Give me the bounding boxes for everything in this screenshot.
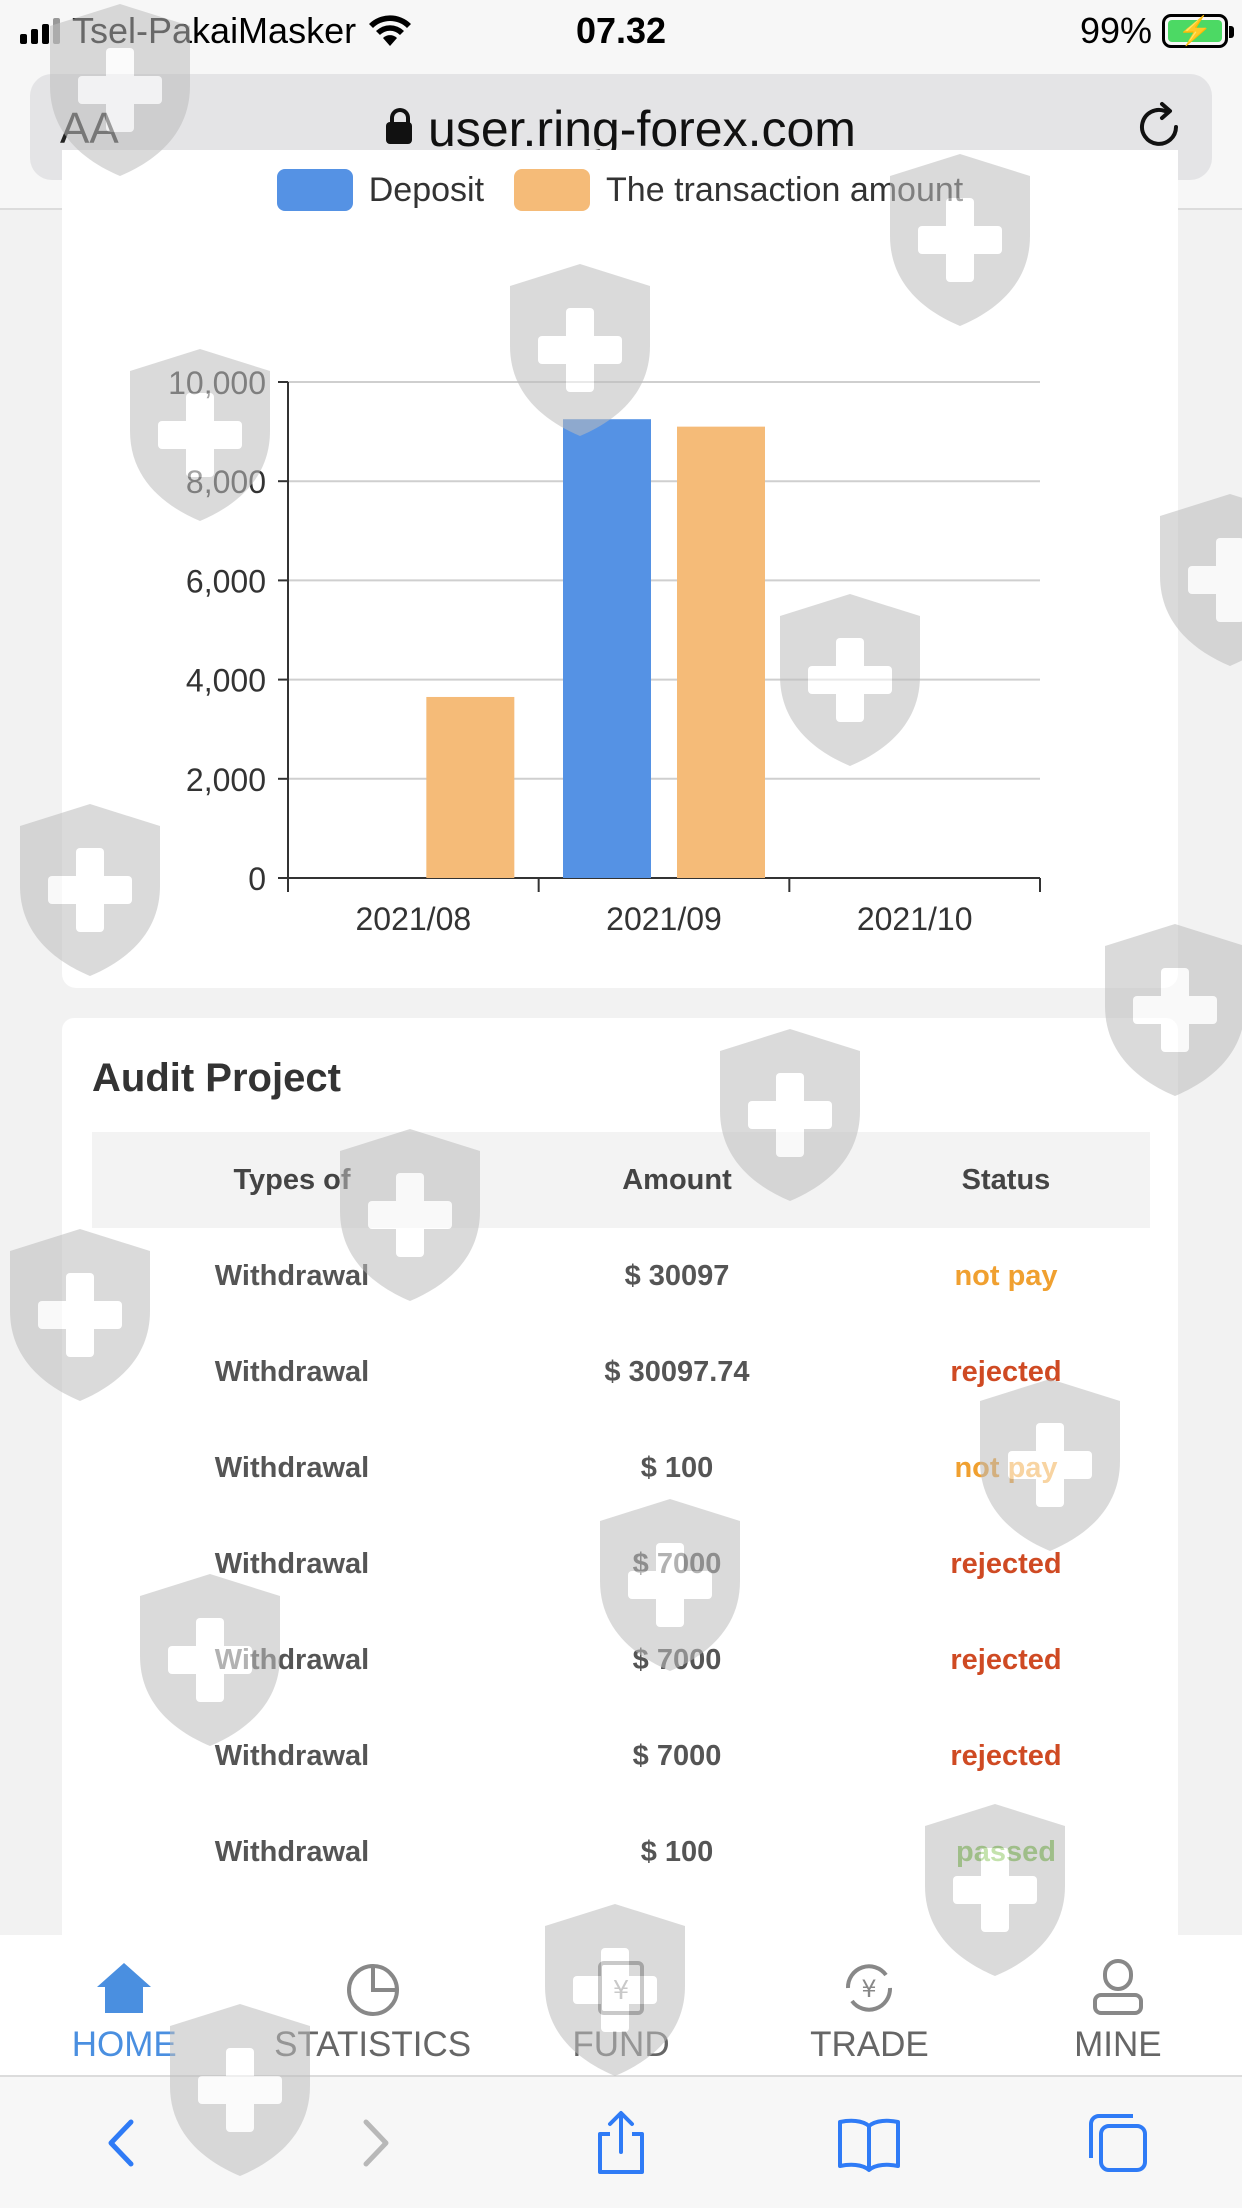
lock-icon bbox=[386, 107, 413, 144]
bar-transaction bbox=[677, 426, 765, 878]
nav-trade[interactable]: ¥ TRADE bbox=[745, 1935, 993, 2075]
charging-bolt-icon: ⚡ bbox=[1177, 15, 1213, 46]
chart-card: Deposit The transaction amount 0 2,000 4,0… bbox=[62, 150, 1178, 988]
row-amount: $ 30097.74 bbox=[604, 1355, 750, 1388]
row-amount: $ 7000 bbox=[632, 1739, 722, 1772]
nav-trade-label: TRADE bbox=[810, 2025, 929, 2064]
table-row[interactable]: Withdrawal $ 100 passed bbox=[92, 1804, 1150, 1900]
nav-statistics[interactable]: STATISTICS bbox=[248, 1935, 496, 2075]
status-bar: Tsel-PakaiMasker 07.32 99% ⚡ bbox=[0, 0, 1242, 62]
row-type: Withdrawal bbox=[214, 1739, 370, 1772]
row-status: rejected bbox=[950, 1739, 1062, 1772]
bar-transaction bbox=[426, 696, 515, 878]
home-icon bbox=[97, 1963, 152, 2013]
y-tick-label: 6,000 bbox=[186, 563, 266, 599]
bookmarks-icon[interactable] bbox=[834, 2108, 904, 2178]
nav-home[interactable]: HOME bbox=[0, 1935, 248, 2075]
nav-fund-label: FUND bbox=[572, 2025, 670, 2064]
status-time: 07.32 bbox=[575, 10, 667, 51]
y-tick-label: 4,000 bbox=[186, 663, 266, 699]
y-tick-label: 8,000 bbox=[186, 464, 266, 500]
row-status: rejected bbox=[950, 1547, 1062, 1580]
x-tick-label: 2021/08 bbox=[355, 901, 471, 937]
row-amount: $ 30097 bbox=[624, 1259, 730, 1292]
battery-percent: 99% bbox=[1079, 10, 1152, 51]
forward-icon[interactable] bbox=[338, 2108, 408, 2178]
status-right: 99% ⚡ bbox=[1079, 10, 1234, 52]
url-text: user.ring-forex.com bbox=[428, 101, 856, 157]
bar-chart: 0 2,000 4,000 6,000 8,000 10,000 2021/08 2021/0… bbox=[168, 365, 1041, 937]
table-row[interactable]: Withdrawal $ 100 not pay bbox=[92, 1420, 1150, 1516]
row-status: rejected bbox=[950, 1355, 1062, 1388]
table-row[interactable]: Withdrawal $ 30097 not pay bbox=[92, 1228, 1150, 1324]
y-tick-label: 10,000 bbox=[168, 365, 266, 401]
svg-text:¥: ¥ bbox=[613, 1976, 630, 2006]
x-tick-label: 2021/09 bbox=[606, 901, 722, 937]
audit-rows: Withdrawal $ 30097 not pay Withdrawal $ … bbox=[92, 1228, 1150, 1900]
table-row[interactable]: Withdrawal $ 7000 rejected bbox=[92, 1708, 1150, 1804]
nav-statistics-label: STATISTICS bbox=[274, 2025, 472, 2064]
share-icon[interactable] bbox=[586, 2108, 656, 2178]
nav-fund[interactable]: ¥ FUND bbox=[497, 1935, 745, 2075]
pie-chart-icon bbox=[346, 1964, 399, 2016]
header-status: Status bbox=[961, 1163, 1051, 1196]
row-type: Withdrawal bbox=[214, 1355, 370, 1388]
nav-home-label: HOME bbox=[71, 2025, 177, 2064]
x-tick-label: 2021/10 bbox=[857, 901, 973, 937]
back-icon[interactable] bbox=[89, 2108, 159, 2178]
row-type: Withdrawal bbox=[214, 1451, 370, 1484]
row-status: rejected bbox=[950, 1643, 1062, 1676]
table-row[interactable]: Withdrawal $ 7000 rejected bbox=[92, 1516, 1150, 1612]
table-row[interactable]: Withdrawal $ 7000 rejected bbox=[92, 1612, 1150, 1708]
row-type: Withdrawal bbox=[214, 1547, 370, 1580]
table-row[interactable]: Withdrawal $ 30097.74 rejected bbox=[92, 1324, 1150, 1420]
row-amount: $ 7000 bbox=[632, 1643, 722, 1676]
header-amount: Amount bbox=[622, 1163, 732, 1196]
header-type: Types of bbox=[233, 1163, 351, 1196]
row-type: Withdrawal bbox=[214, 1259, 370, 1292]
nav-mine[interactable]: MINE bbox=[994, 1935, 1242, 2075]
battery-icon: ⚡ bbox=[1162, 14, 1234, 48]
row-status: not pay bbox=[954, 1451, 1058, 1484]
y-tick-label: 2,000 bbox=[186, 762, 266, 798]
app-bottom-nav: HOME STATISTICS ¥ FUND ¥ TRADE MINE bbox=[0, 1935, 1242, 2075]
tabs-icon[interactable] bbox=[1083, 2108, 1153, 2178]
yen-exchange-icon: ¥ bbox=[846, 1964, 893, 2012]
table-header: Types of Amount Status bbox=[92, 1132, 1150, 1228]
user-icon bbox=[1092, 1959, 1143, 2015]
row-amount: $ 100 bbox=[640, 1835, 714, 1868]
audit-title: Audit Project bbox=[92, 1056, 341, 1100]
yen-box-icon: ¥ bbox=[598, 1961, 645, 2015]
row-status: passed bbox=[956, 1835, 1056, 1868]
nav-mine-label: MINE bbox=[1074, 2025, 1162, 2064]
svg-text:¥: ¥ bbox=[862, 1975, 877, 2003]
y-tick-label: 0 bbox=[248, 861, 266, 897]
bar-deposit bbox=[563, 419, 651, 878]
row-amount: $ 100 bbox=[640, 1451, 714, 1484]
row-status: not pay bbox=[954, 1259, 1058, 1292]
row-type: Withdrawal bbox=[214, 1643, 370, 1676]
row-type: Withdrawal bbox=[214, 1835, 370, 1868]
reload-icon[interactable] bbox=[1132, 100, 1186, 154]
browser-toolbar bbox=[0, 2075, 1242, 2208]
row-amount: $ 7000 bbox=[632, 1547, 722, 1580]
